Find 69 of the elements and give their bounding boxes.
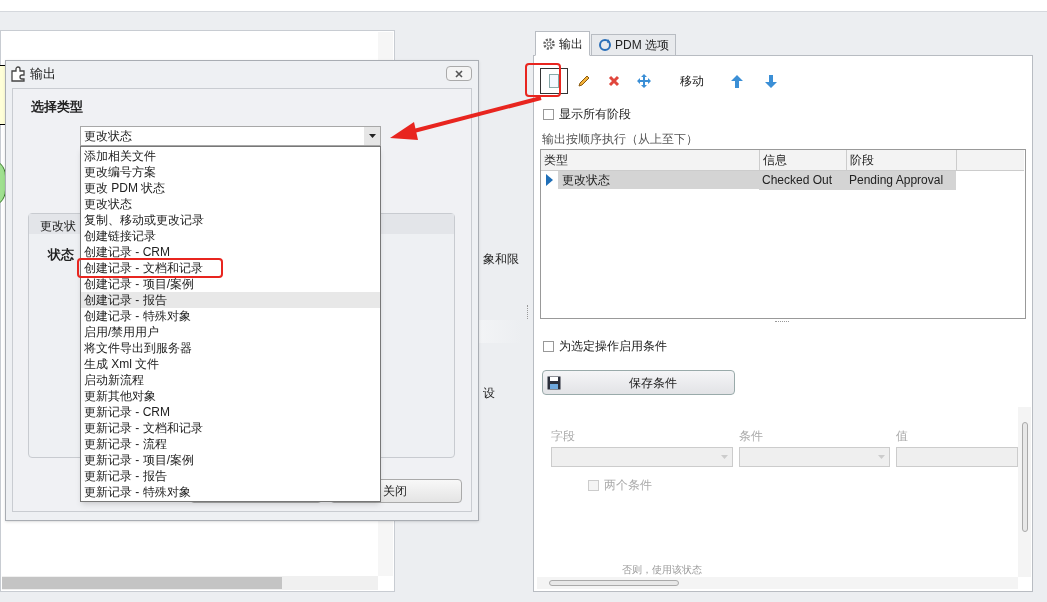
puzzle-icon xyxy=(10,65,26,82)
dropdown-option[interactable]: 更新记录 - CRM xyxy=(81,404,380,420)
column-header[interactable]: 信息 xyxy=(759,150,846,170)
column-header[interactable]: 阶段 xyxy=(846,150,956,170)
refresh-icon xyxy=(598,38,612,52)
column-header[interactable]: 类型 xyxy=(541,150,759,170)
checkbox[interactable] xyxy=(543,108,554,120)
checkbox-label: 为选定操作启用条件 xyxy=(559,338,667,355)
dropdown-option[interactable]: 将文件导出到服务器 xyxy=(81,340,380,356)
field-label: 条件 xyxy=(739,428,763,445)
dropdown-option[interactable]: 复制、移动或更改记录 xyxy=(81,212,380,228)
table-cell: Checked Out xyxy=(759,170,846,190)
else-text: 否则，使用该状态 xyxy=(622,563,702,577)
checkbox-label: 两个条件 xyxy=(604,477,652,494)
close-button[interactable] xyxy=(446,66,472,81)
move-label: 移动 xyxy=(680,73,704,90)
dropdown-option[interactable]: 启用/禁用用户 xyxy=(81,324,380,340)
dropdown-option[interactable]: 更新记录 - 项目/案例 xyxy=(81,452,380,468)
text-fragment: 象和限 xyxy=(483,251,519,268)
dropdown-caret-icon xyxy=(878,455,885,459)
delete-icon xyxy=(608,75,620,87)
field-label: 值 xyxy=(896,428,908,445)
dropdown-option[interactable]: 更改 PDM 状态 xyxy=(81,180,380,196)
dropdown-option[interactable]: 更新记录 - 流程 xyxy=(81,436,380,452)
dropdown-caret-icon xyxy=(721,455,728,459)
splitter-handle[interactable] xyxy=(775,321,789,323)
tab[interactable]: PDM 选项 xyxy=(591,34,676,56)
close-icon xyxy=(455,69,463,78)
up-arrow-icon xyxy=(731,74,743,88)
table-cell: Pending Approval xyxy=(846,170,956,190)
state-label: 状态 xyxy=(48,246,74,264)
new-button[interactable] xyxy=(540,68,568,94)
checkbox[interactable] xyxy=(543,340,554,352)
dropdown-option[interactable]: 创建记录 - 特殊对象 xyxy=(81,308,380,324)
row-pointer-icon xyxy=(546,174,553,187)
dropdown-option[interactable]: 创建记录 - 文档和记录 xyxy=(81,260,380,276)
dropdown-option[interactable]: 启动新流程 xyxy=(81,372,380,388)
horizontal-scrollbar[interactable] xyxy=(537,577,1018,589)
dropdown-option[interactable]: 创建记录 - 报告 xyxy=(81,292,380,308)
dropdown-option[interactable]: 生成 Xml 文件 xyxy=(81,356,380,372)
gear-icon xyxy=(542,36,556,51)
dialog-title: 输出 xyxy=(30,65,56,83)
dropdown-option[interactable]: 添加相关文件 xyxy=(81,148,380,164)
dropdown-option[interactable]: 更新其他对象 xyxy=(81,388,380,404)
tab[interactable]: 输出 xyxy=(535,31,590,56)
outputs-caption: 输出按顺序执行（从上至下） xyxy=(542,131,698,148)
dropdown-option[interactable]: 更新记录 - 文档和记录 xyxy=(81,420,380,436)
highlight-frame xyxy=(525,63,561,97)
checkbox-label: 显示所有阶段 xyxy=(559,106,631,123)
new-document-icon xyxy=(549,74,559,88)
dropdown-option[interactable]: 更改编号方案 xyxy=(81,164,380,180)
dropdown-option[interactable]: 创建记录 - CRM xyxy=(81,244,380,260)
dropdown-option[interactable]: 创建链接记录 xyxy=(81,228,380,244)
horizontal-scrollbar[interactable] xyxy=(2,576,378,590)
pencil-icon xyxy=(577,74,591,88)
dropdown-caret-icon xyxy=(368,134,376,138)
field-label: 字段 xyxy=(551,428,575,445)
four-way-arrow-icon xyxy=(637,74,651,88)
dropdown-option[interactable]: 创建记录 - 项目/案例 xyxy=(81,276,380,292)
group-tab-label: 更改状 xyxy=(40,218,76,235)
save-conditions-button[interactable]: 保存条件 xyxy=(542,370,735,395)
splitter-handle[interactable] xyxy=(527,305,529,319)
text-fragment: 设 xyxy=(483,385,495,402)
type-dropdown[interactable]: 更改状态 xyxy=(80,126,381,146)
dropdown-option[interactable]: 更改状态 xyxy=(81,196,380,212)
table-cell: 更改状态 xyxy=(558,171,759,190)
down-arrow-icon xyxy=(765,74,777,88)
vertical-scrollbar[interactable] xyxy=(1018,407,1031,577)
section-label: 选择类型 xyxy=(31,98,83,116)
